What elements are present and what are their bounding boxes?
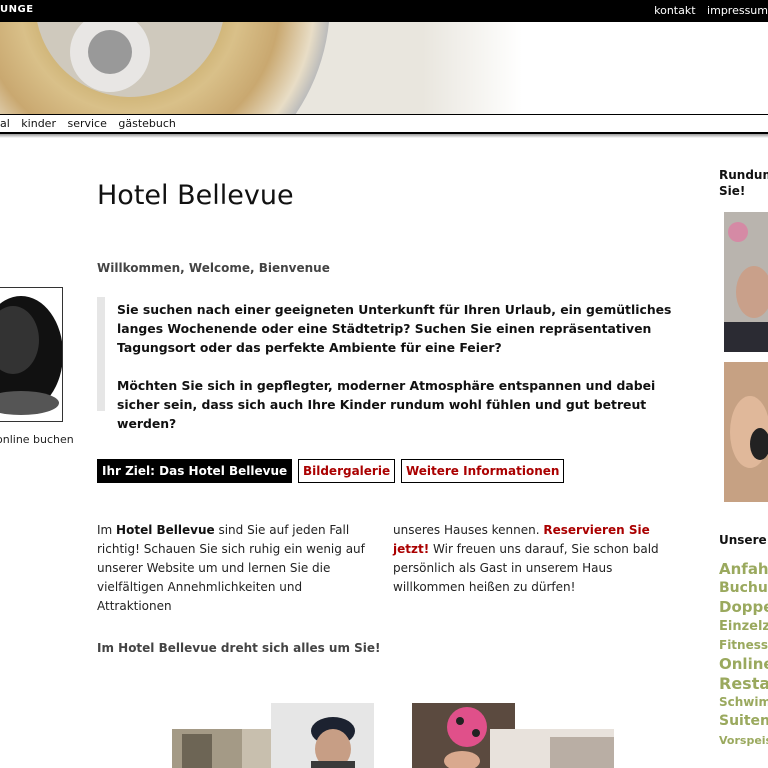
main-nav: al kinder service gästebuch bbox=[0, 114, 768, 134]
welcome-text: Willkommen, Welcome, Bienvenue bbox=[97, 261, 330, 275]
brand-label: UNGE bbox=[0, 4, 34, 15]
right-photo-phone bbox=[724, 362, 768, 502]
tag-link[interactable]: Restau bbox=[719, 674, 768, 693]
page-title: Hotel Bellevue bbox=[97, 180, 294, 211]
tag-link[interactable]: Fitness bbox=[719, 636, 768, 655]
nav-item-al[interactable]: al bbox=[0, 117, 10, 130]
top-links: kontakt impressum bbox=[646, 4, 768, 17]
impressum-link[interactable]: impressum bbox=[707, 4, 768, 17]
tag-link[interactable]: Buchun bbox=[719, 579, 768, 598]
right-heading-line-1: Rundum bbox=[719, 168, 768, 182]
right-sidebar-unsere: Unsere bbox=[719, 533, 767, 547]
cd-banner-image bbox=[0, 22, 768, 114]
tagline: Im Hotel Bellevue dreht sich alles um Si… bbox=[97, 641, 381, 655]
tab-ihr-ziel[interactable]: Ihr Ziel: Das Hotel Bellevue bbox=[97, 459, 293, 483]
intro-paragraph-2: Möchten Sie sich in gepflegter, moderner… bbox=[117, 378, 656, 431]
right-heading-line-2: Sie! bbox=[719, 184, 746, 198]
nav-item-service[interactable]: service bbox=[67, 117, 106, 130]
tag-link[interactable]: Anfahrt bbox=[719, 560, 768, 579]
body-column-left: Im Hotel Bellevue sind Sie auf jeden Fal… bbox=[97, 521, 375, 616]
online-booking-link[interactable]: online buchen bbox=[0, 433, 74, 446]
col2-prefix: unseres Hauses kennen. bbox=[393, 523, 544, 537]
col1-hotel-name: Hotel Bellevue bbox=[116, 523, 215, 537]
intro-paragraph-1: Sie suchen nach einer geeigneten Unterku… bbox=[117, 302, 672, 355]
tag-link[interactable]: Doppel bbox=[719, 598, 768, 617]
top-bar: UNGE kontakt impressum bbox=[0, 0, 768, 22]
tag-link[interactable]: Online bbox=[719, 655, 768, 674]
collage-photo-man bbox=[271, 703, 374, 768]
nav-item-kinder[interactable]: kinder bbox=[21, 117, 56, 130]
intro-quote: Sie suchen nach einer geeigneten Unterku… bbox=[97, 297, 682, 431]
col2-text: Wir freuen uns darauf, Sie schon bald pe… bbox=[393, 542, 659, 594]
tag-link[interactable]: Einzelz bbox=[719, 617, 768, 636]
tag-link[interactable]: Vorspeis bbox=[719, 731, 768, 750]
tab-weitere-informationen[interactable]: Weitere Informationen bbox=[400, 459, 565, 483]
collage-photo-interior bbox=[490, 729, 614, 768]
tab-bildergalerie[interactable]: Bildergalerie bbox=[297, 459, 396, 483]
header-banner bbox=[0, 22, 768, 114]
right-photo-guests bbox=[724, 212, 768, 352]
kontakt-link[interactable]: kontakt bbox=[654, 4, 695, 17]
tag-link[interactable]: Suiten bbox=[719, 712, 768, 731]
nav-item-gaestebuch[interactable]: gästebuch bbox=[118, 117, 176, 130]
col1-prefix: Im bbox=[97, 523, 117, 537]
nav-shadow bbox=[0, 134, 768, 138]
tag-cloud: AnfahrtBuchunDoppelEinzelzFitnessOnlineR… bbox=[719, 560, 768, 750]
online-booking-image[interactable] bbox=[0, 287, 63, 422]
right-sidebar-heading: Rundum Sie! bbox=[719, 167, 768, 199]
body-column-right: unseres Hauses kennen. Reservieren Sie j… bbox=[393, 521, 683, 597]
tag-link[interactable]: Schwim bbox=[719, 693, 768, 712]
content-tabs: Ihr Ziel: Das Hotel Bellevue Bildergaler… bbox=[97, 459, 566, 483]
